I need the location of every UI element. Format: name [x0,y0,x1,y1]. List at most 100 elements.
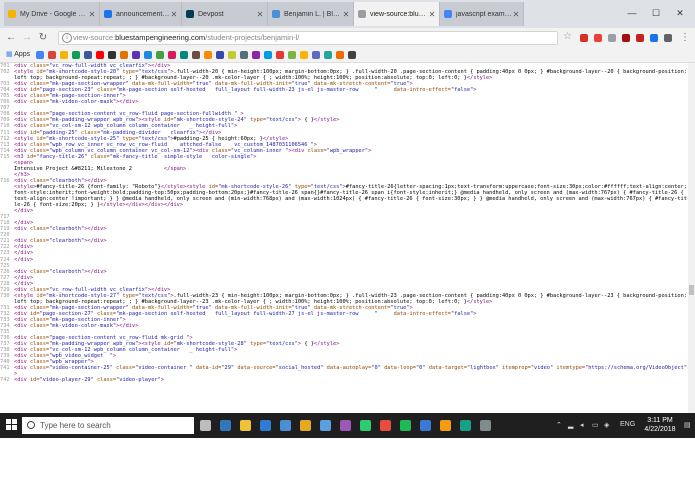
info-icon[interactable]: i [62,33,72,43]
source-code-view[interactable]: 701 <div class="vc_row-full-width vc_clea… [0,63,688,413]
tray-chevron-icon[interactable]: ⌃ [556,421,562,429]
chrome-icon[interactable] [300,420,311,431]
close-tab-icon[interactable]: ✕ [170,10,178,19]
extension-icon-3[interactable] [608,34,616,42]
clock-time: 3:11 PM [647,417,673,424]
bookmark-icon[interactable] [240,51,248,59]
tab-google-drive[interactable]: My Drive - Google Drive ✕ [4,2,100,26]
extension-icon-4[interactable] [622,34,630,42]
bookmark-icon[interactable] [348,51,356,59]
extension-icon-1[interactable] [580,34,588,42]
maximize-button[interactable]: ☐ [646,6,666,20]
address-bar[interactable]: i view-source:bluestampengineering.com/s… [58,31,558,45]
back-button[interactable]: ← [4,31,18,45]
url-path: /student-projects/benjamin-l/ [205,33,300,42]
tab-bluestamp[interactable]: Benjamin L. | Bluestamp ✕ [268,2,354,26]
bookmark-icon[interactable] [36,51,44,59]
app-icon-8[interactable] [480,420,491,431]
extension-icon-6[interactable] [650,34,658,42]
task-view-icon[interactable] [200,420,211,431]
bookmark-icon[interactable] [288,51,296,59]
scrollbar-thumb[interactable] [689,285,694,295]
minimize-button[interactable]: — [622,6,642,20]
bookmark-icon[interactable] [264,51,272,59]
close-tab-icon[interactable]: ✕ [428,10,436,19]
source-line: 702 <style id="mk-shortcode-style-20" typ… [0,69,688,81]
extension-icon-2[interactable] [594,34,602,42]
battery-icon[interactable]: ▭ [592,421,599,429]
forward-button[interactable]: → [20,31,34,45]
bookmark-icon[interactable] [228,51,236,59]
taskbar-search-box[interactable]: Type here to search [22,417,194,434]
bookmark-icon[interactable] [204,51,212,59]
extension-icon-5[interactable] [636,34,644,42]
vertical-scrollbar[interactable] [688,63,695,413]
app-icon-3[interactable] [360,420,371,431]
bookmark-icon[interactable] [120,51,128,59]
bookmark-icon[interactable] [156,51,164,59]
bookmark-icon[interactable] [96,51,104,59]
bookmark-icon[interactable] [276,51,284,59]
file-explorer-icon[interactable] [240,420,251,431]
tab-strip: My Drive - Google Drive ✕ announcements … [0,0,695,28]
bookmark-icon[interactable] [48,51,56,59]
close-tab-icon[interactable]: ✕ [88,10,96,19]
extension-icon-7[interactable] [664,34,672,42]
bookmark-icon[interactable] [300,51,308,59]
tab-palyhacks[interactable]: announcements | PalyHacks ✕ [100,2,182,26]
windows-start-icon[interactable] [6,419,18,431]
source-line: 742 <div id="video-player-29" class="vide… [0,377,688,383]
dropbox-icon[interactable]: ◈ [604,421,609,429]
store-icon[interactable] [260,420,271,431]
line-number: 702 [0,69,10,76]
language-indicator[interactable]: ENG [620,421,635,428]
mail-icon[interactable] [280,420,291,431]
bookmark-icon[interactable] [72,51,80,59]
search-placeholder: Type here to search [40,421,111,430]
system-clock[interactable]: 3:11 PM 4/22/2018 [640,416,680,434]
bookmark-icon[interactable] [216,51,224,59]
reload-button[interactable]: ↻ [36,31,50,45]
volume-icon[interactable]: ◂ [580,421,584,429]
bookmark-icon[interactable] [180,51,188,59]
apps-grid-icon: ▦ [6,51,13,58]
bookmark-icon[interactable] [168,51,176,59]
bookmark-icon[interactable] [252,51,260,59]
bookmark-icon[interactable] [60,51,68,59]
notifications-icon[interactable]: ▤ [684,421,691,429]
bookmark-icon[interactable] [144,51,152,59]
google-drive-icon [8,10,16,18]
edge-icon[interactable] [220,420,231,431]
bookmark-icon[interactable] [108,51,116,59]
bookmark-star-icon[interactable]: ☆ [563,31,572,42]
app-icon-5[interactable] [420,420,431,431]
tab-devpost[interactable]: Devpost ✕ [182,2,268,26]
tab-view-source[interactable]: view-source:bluestampeng ✕ [354,2,440,26]
menu-icon[interactable]: ⋮ [678,31,692,45]
app-icon-1[interactable] [320,420,331,431]
tab-label: view-source:bluestampeng [370,10,428,18]
close-tab-icon[interactable]: ✕ [256,10,264,19]
network-icon[interactable]: ▂ [568,421,573,429]
bookmark-icon[interactable] [312,51,320,59]
desktop-screen: My Drive - Google Drive ✕ announcements … [0,0,695,438]
app-icon-7[interactable] [460,420,471,431]
app-icon-4[interactable] [380,420,391,431]
app-icon-2[interactable] [340,420,351,431]
bookmark-icon[interactable] [192,51,200,59]
bookmark-icon[interactable] [84,51,92,59]
app-icon-6[interactable] [440,420,451,431]
tab-javascript-example[interactable]: javascript example - Goo ✕ [440,2,524,26]
apps-shortcut[interactable]: ▦ Apps [6,50,30,58]
line-number: 742 [0,377,10,384]
devpost-icon [186,10,194,18]
source-code-text: <h3 id="fancy-title-26" class="mk-fancy-… [14,153,257,160]
bookmark-icon[interactable] [132,51,140,59]
spotify-icon[interactable] [400,420,411,431]
bookmark-icon[interactable] [324,51,332,59]
new-tab-button[interactable] [526,2,548,26]
close-tab-icon[interactable]: ✕ [342,10,350,19]
close-tab-icon[interactable]: ✕ [512,10,520,19]
close-window-button[interactable]: ✕ [670,6,690,20]
bookmark-icon[interactable] [336,51,344,59]
